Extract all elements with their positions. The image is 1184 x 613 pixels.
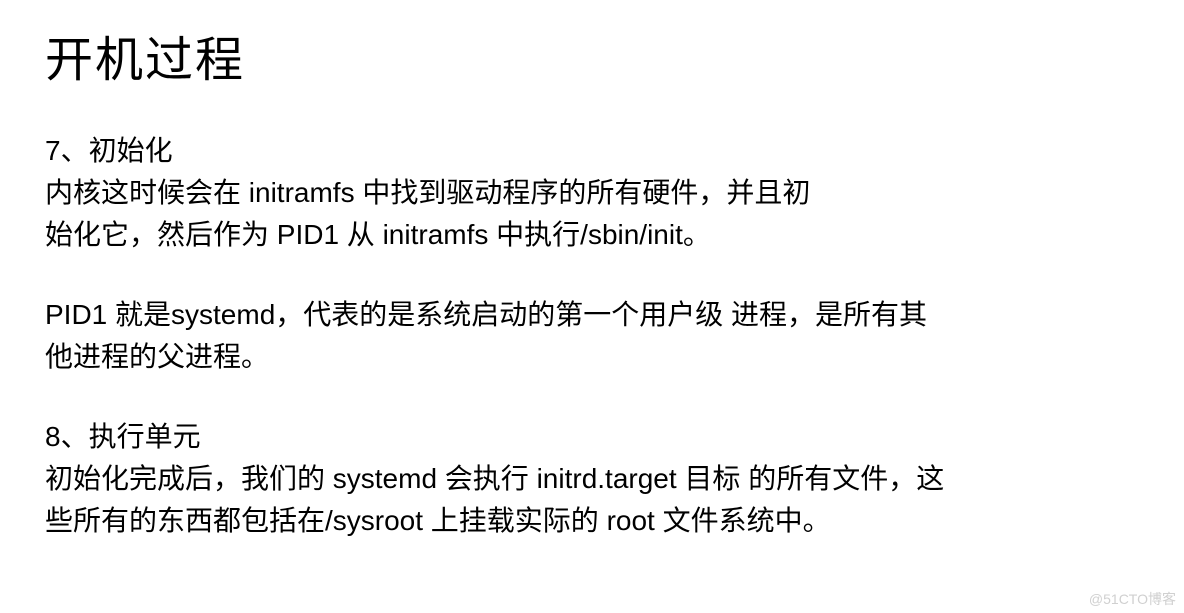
watermark-text: @51CTO博客: [1089, 589, 1176, 609]
section-7-block: 7、初始化 内核这时候会在 initramfs 中找到驱动程序的所有硬件，并且初…: [45, 130, 1139, 256]
section-7-para2-line2: 他进程的父进程。: [45, 336, 1139, 378]
page-title: 开机过程: [45, 20, 1139, 90]
section-7-heading: 7、初始化: [45, 130, 1139, 172]
section-7-para2-line1: PID1 就是systemd，代表的是系统启动的第一个用户级 进程，是所有其: [45, 294, 1139, 336]
section-8-line1: 初始化完成后，我们的 systemd 会执行 initrd.target 目标 …: [45, 458, 1139, 500]
section-8-line2: 些所有的东西都包括在/sysroot 上挂载实际的 root 文件系统中。: [45, 500, 1139, 542]
section-7-line2: 始化它，然后作为 PID1 从 initramfs 中执行/sbin/init。: [45, 214, 1139, 256]
section-7-para2-block: PID1 就是systemd，代表的是系统启动的第一个用户级 进程，是所有其 他…: [45, 294, 1139, 378]
section-8-heading: 8、执行单元: [45, 416, 1139, 458]
section-7-line1: 内核这时候会在 initramfs 中找到驱动程序的所有硬件，并且初: [45, 172, 1139, 214]
section-8-block: 8、执行单元 初始化完成后，我们的 systemd 会执行 initrd.tar…: [45, 416, 1139, 542]
